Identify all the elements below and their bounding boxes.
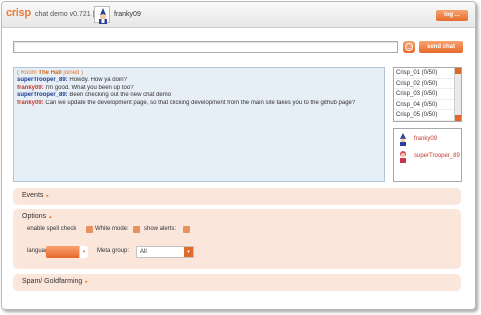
show-alerts-checkbox[interactable] <box>183 226 190 233</box>
expand-icon: ▸ <box>46 193 49 199</box>
meta-group-label: Meta group: <box>97 248 130 254</box>
message-text: Howdy. How ya doin? <box>67 77 127 84</box>
message-text: I'm good. What you been up too? <box>43 84 134 91</box>
spell-check-checkbox[interactable] <box>86 226 93 233</box>
white-mode-checkbox[interactable] <box>133 226 140 233</box>
room-item[interactable]: Crisp_02 (0/50) <box>394 79 461 89</box>
spell-check-label: enable spell check <box>27 226 77 232</box>
user-name: franky09 <box>414 136 438 142</box>
options-panel: Options ▴ <box>13 209 461 269</box>
version-label: chat demo v0.721 | <box>35 11 95 18</box>
user-name: superTrooper_89 <box>414 153 460 159</box>
options-panel-title[interactable]: Options ▴ <box>22 213 52 220</box>
white-mode-label: White mode: <box>95 226 129 232</box>
meta-group-value: All <box>140 249 147 255</box>
room-list-scrollbar[interactable] <box>454 68 461 121</box>
scroll-up-icon[interactable] <box>455 68 461 74</box>
room-item[interactable]: Crisp_05 (0/50) <box>394 110 461 121</box>
girl-avatar-icon <box>398 150 408 163</box>
scroll-down-icon[interactable] <box>455 115 461 121</box>
events-panel[interactable]: Events ▸ <box>13 188 461 205</box>
chat-message: superTrooper_89: Been checking out the n… <box>17 92 381 99</box>
wizard-avatar-icon <box>398 133 408 146</box>
smiley-icon[interactable] <box>403 41 415 53</box>
chat-message: franky09: Can we update the development … <box>17 100 381 107</box>
collapse-icon: ▴ <box>49 214 52 220</box>
message-nick[interactable]: franky09: <box>17 85 44 91</box>
crisp-logo: crisp <box>6 7 31 19</box>
wizard-avatar-icon[interactable] <box>94 6 110 24</box>
meta-group-select[interactable]: All ▾ <box>136 246 194 258</box>
chat-message: superTrooper_89: Howdy. How ya doin? <box>17 77 381 84</box>
language-select[interactable]: ▾ <box>46 246 88 258</box>
chat-message-input[interactable] <box>13 41 398 53</box>
events-panel-title[interactable]: Events ▸ <box>22 192 49 199</box>
room-item[interactable]: Crisp_03 (0/50) <box>394 89 461 100</box>
chevron-down-icon[interactable]: ▾ <box>184 247 193 257</box>
user-item[interactable]: franky09 <box>398 133 462 147</box>
chat-message: franky09: I'm good. What you been up too… <box>17 85 381 92</box>
room-item[interactable]: Crisp_01 (0/50) <box>394 68 461 79</box>
chevron-down-icon[interactable]: ▾ <box>79 246 88 258</box>
spam-panel-title[interactable]: Spam/ Goldfarming ▸ <box>22 278 88 285</box>
current-username: franky09 <box>114 11 141 18</box>
message-nick[interactable]: superTrooper_89: <box>17 77 68 83</box>
message-nick[interactable]: franky09: <box>17 100 44 106</box>
send-chat-button[interactable]: send chat <box>419 41 463 53</box>
spam-panel[interactable]: Spam/ Goldfarming ▸ <box>13 274 461 291</box>
user-item[interactable]: superTrooper_89 <box>398 150 462 164</box>
expand-icon: ▸ <box>85 279 88 285</box>
message-text: Been checking out the new chat demo <box>67 92 172 99</box>
logout-button[interactable]: log ... <box>436 10 468 21</box>
top-bar: crisp chat demo v0.721 | franky09 log ..… <box>2 2 475 28</box>
user-list: franky09 superTrooper_89 <box>393 128 462 182</box>
show-alerts-label: show alerts: <box>144 226 177 232</box>
room-list: Crisp_01 (0/50) Crisp_02 (0/50) Crisp_03… <box>393 67 462 122</box>
message-nick[interactable]: superTrooper_89: <box>17 92 68 98</box>
message-text: Can we update the development page, so t… <box>43 99 356 106</box>
room-joined-notice: ( Room The Hall joined ) <box>17 70 84 76</box>
room-item[interactable]: Crisp_04 (0/50) <box>394 100 461 110</box>
chat-window: crisp chat demo v0.721 | franky09 log ..… <box>1 1 476 310</box>
chat-log: ( Room The Hall joined ) superTrooper_89… <box>13 67 385 182</box>
